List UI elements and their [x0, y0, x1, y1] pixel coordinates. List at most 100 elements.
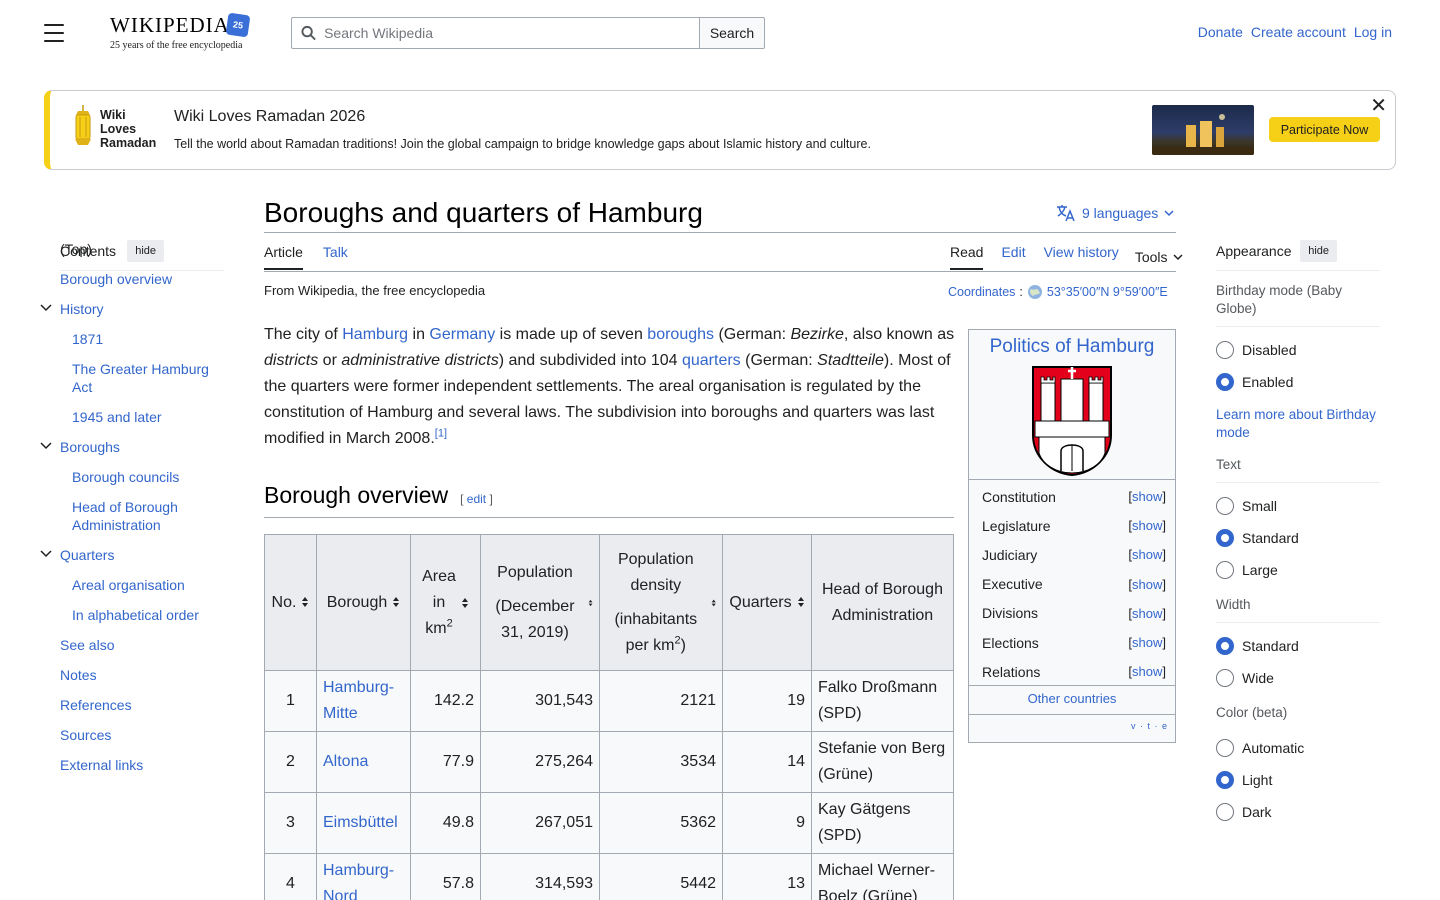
show-link[interactable]: show [1132, 606, 1162, 621]
cell-quarters: 14 [722, 731, 812, 793]
search-field[interactable] [291, 17, 699, 49]
link-hamburg[interactable]: Hamburg [342, 326, 408, 343]
link-borough[interactable]: Hamburg-Mitte [323, 679, 394, 722]
radio-width-wide[interactable]: Wide [1216, 662, 1380, 694]
toc-item-notes[interactable]: Notes [60, 666, 97, 684]
tab-article[interactable]: Article [264, 244, 303, 270]
tab-talk[interactable]: Talk [323, 244, 348, 270]
show-link[interactable]: show [1132, 518, 1162, 533]
other-countries-link[interactable]: Other countries [1028, 691, 1117, 706]
show-link[interactable]: show [1132, 664, 1162, 679]
toc-item-head-of-borough[interactable]: Head of Borough Administration [72, 498, 202, 534]
wlr-logo-text: Wiki Loves Ramadan [100, 108, 157, 150]
radio-text-small[interactable]: Small [1216, 490, 1380, 522]
toc-item-alphabetical[interactable]: In alphabetical order [72, 606, 199, 624]
toc-item-greater-hamburg-act[interactable]: The Greater Hamburg Act [72, 360, 212, 396]
toc-hide-button[interactable]: hide [127, 240, 164, 262]
col-borough[interactable]: Borough [316, 534, 411, 671]
chevron-down-icon [1164, 210, 1174, 217]
radio-width-standard[interactable]: Standard [1216, 630, 1380, 662]
show-link[interactable]: show [1132, 635, 1162, 650]
toc-item-references[interactable]: References [60, 696, 132, 714]
language-selector[interactable]: 9 languages [1056, 204, 1174, 222]
col-population[interactable]: Population (December 31, 2019) [480, 534, 600, 671]
chevron-down-icon[interactable] [40, 548, 52, 560]
toc-item-1871[interactable]: 1871 [72, 330, 103, 348]
link-borough[interactable]: Hamburg-Nord [323, 862, 394, 900]
show-link[interactable]: show [1132, 547, 1162, 562]
close-icon[interactable]: ✕ [1370, 96, 1387, 116]
toc-item-borough-overview[interactable]: Borough overview [60, 270, 172, 288]
toc-item-borough-councils[interactable]: Borough councils [72, 468, 179, 486]
cell-quarters: 9 [722, 792, 812, 854]
radio-birthday-disabled[interactable]: Disabled [1216, 334, 1380, 366]
toc-item-history[interactable]: History [40, 300, 104, 318]
toc-item-see-also[interactable]: See also [60, 636, 114, 654]
toc-item-external-links[interactable]: External links [60, 756, 143, 774]
search-icon [301, 25, 316, 41]
donate-link[interactable]: Donate [1198, 24, 1243, 40]
radio-text-standard[interactable]: Standard [1216, 522, 1380, 554]
toc-item-boroughs[interactable]: Boroughs [40, 438, 120, 456]
cell-population: 275,264 [480, 731, 600, 793]
radio-text-large[interactable]: Large [1216, 554, 1380, 586]
birthday-mode-label: Birthday mode (Baby Globe) [1216, 282, 1380, 327]
link-borough[interactable]: Altona [323, 753, 368, 770]
table-row: 4 Hamburg-Nord 57.8 314,593 5442 13 Mich… [264, 853, 954, 900]
link-germany[interactable]: Germany [429, 326, 495, 343]
chevron-down-icon[interactable] [40, 440, 52, 452]
col-no[interactable]: No. [264, 534, 317, 671]
show-link[interactable]: show [1132, 489, 1162, 504]
radio-color-dark[interactable]: Dark [1216, 796, 1380, 828]
radio-color-light[interactable]: Light [1216, 764, 1380, 796]
main-menu-icon[interactable] [44, 24, 64, 42]
show-link[interactable]: show [1132, 577, 1162, 592]
toc-item-1945[interactable]: 1945 and later [72, 408, 162, 426]
log-in-link[interactable]: Log in [1354, 24, 1392, 40]
tab-read[interactable]: Read [950, 244, 984, 270]
toc-item-quarters[interactable]: Quarters [40, 546, 114, 564]
banner-title: Wiki Loves Ramadan 2026 [174, 108, 366, 125]
link-borough[interactable]: Eimsbüttel [323, 814, 398, 831]
cell-density: 5362 [599, 792, 723, 854]
coordinates-value[interactable]: 53°35′00″N 9°59′00″E [1047, 285, 1168, 299]
radio-birthday-enabled[interactable]: Enabled [1216, 366, 1380, 398]
cell-no: 3 [264, 792, 317, 854]
col-quarters[interactable]: Quarters [722, 534, 812, 671]
infobox-row: Constitution [show] [982, 488, 1166, 505]
wikipedia-logo[interactable]: Wikipedia 25 25 years of the free encycl… [110, 12, 255, 53]
tabs-divider [264, 271, 1176, 272]
participate-button[interactable]: Participate Now [1269, 117, 1380, 142]
tools-menu[interactable]: Tools [1135, 244, 1183, 270]
link-boroughs[interactable]: boroughs [647, 326, 714, 343]
sort-icon [797, 597, 804, 608]
col-area[interactable]: Area in km2 [410, 534, 481, 671]
sort-icon [588, 599, 593, 606]
section-edit: [ edit ] [460, 492, 493, 506]
coordinates-label[interactable]: Coordinates [948, 285, 1015, 299]
col-density[interactable]: Population density (inhabitants per km2) [599, 534, 723, 671]
cell-population: 301,543 [480, 670, 600, 732]
link-quarters[interactable]: quarters [682, 352, 741, 369]
toc-item-sources[interactable]: Sources [60, 726, 111, 744]
vte-links[interactable]: v · t · e [1131, 721, 1168, 731]
create-account-link[interactable]: Create account [1251, 24, 1346, 40]
search-button[interactable]: Search [699, 17, 765, 49]
reference-1[interactable]: [1] [435, 428, 447, 440]
birthday-mode-section: Birthday mode (Baby Globe) Disabled Enab… [1216, 282, 1380, 442]
section-edit-link[interactable]: edit [467, 492, 486, 506]
birthday-learn-more-link[interactable]: Learn more about Birthday mode [1216, 407, 1376, 440]
cell-area: 142.2 [410, 670, 481, 732]
appearance-hide-button[interactable]: hide [1300, 240, 1337, 262]
infobox-title-link[interactable]: Politics of Hamburg [990, 336, 1155, 357]
radio-color-automatic[interactable]: Automatic [1216, 732, 1380, 764]
tab-edit[interactable]: Edit [1001, 244, 1025, 270]
tab-view-history[interactable]: View history [1044, 244, 1119, 270]
toc-item-top[interactable]: (Top) [60, 240, 92, 258]
page-title: Boroughs and quarters of Hamburg [264, 197, 703, 228]
chevron-down-icon[interactable] [40, 302, 52, 314]
toc-item-areal-organisation[interactable]: Areal organisation [72, 576, 185, 594]
cell-area: 57.8 [410, 853, 481, 900]
search-input[interactable] [324, 25, 699, 41]
color-section: Color (beta) Automatic Light Dark [1216, 704, 1380, 828]
